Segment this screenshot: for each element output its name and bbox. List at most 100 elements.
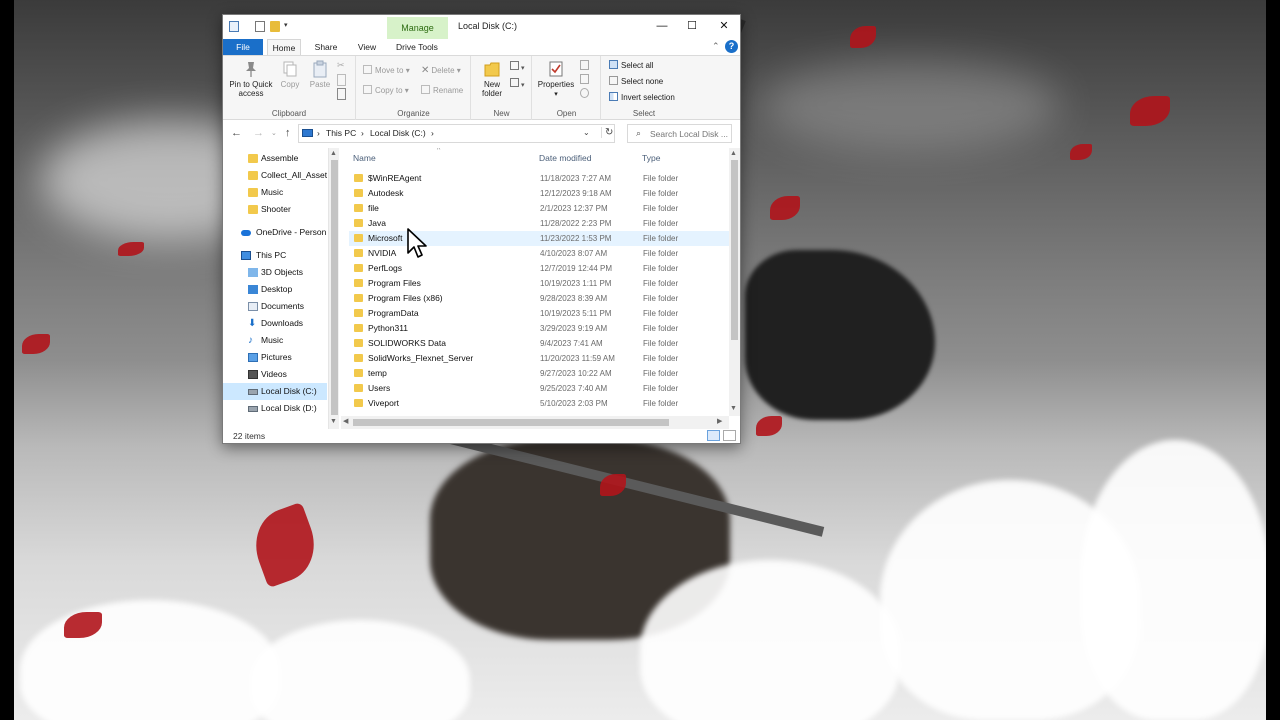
search-box[interactable]: ⌕ xyxy=(627,124,732,143)
tab-share[interactable]: Share xyxy=(309,39,343,55)
scroll-right-arrow-icon[interactable]: ▶ xyxy=(717,417,722,425)
nav-item-pictures[interactable]: Pictures xyxy=(223,349,327,366)
new-folder-button[interactable]: New folder xyxy=(476,60,508,98)
recent-locations-button[interactable]: ⌄ xyxy=(271,129,277,137)
properties-button[interactable]: Properties ▾ xyxy=(536,60,576,99)
tab-manage[interactable]: Manage xyxy=(387,17,448,39)
navigation-pane-scrollbar[interactable]: ▲ ▼ xyxy=(328,148,339,429)
paste-shortcut-icon[interactable] xyxy=(337,88,346,100)
minimize-button[interactable]: — xyxy=(646,15,678,37)
scroll-left-arrow-icon[interactable]: ◀ xyxy=(343,417,348,425)
breadcrumb-separator[interactable]: › xyxy=(361,128,364,138)
forward-button[interactable]: → xyxy=(253,127,264,139)
copy-to-button[interactable]: Copy to ▾ xyxy=(363,84,409,98)
tab-drive-tools[interactable]: Drive Tools xyxy=(391,39,443,55)
invert-selection-button[interactable]: Invert selection xyxy=(609,91,675,105)
select-all-icon xyxy=(609,60,618,69)
table-row[interactable]: SolidWorks_Flexnet_Server 11/20/2023 11:5… xyxy=(349,351,729,366)
nav-item-onedrive[interactable]: OneDrive - Person xyxy=(223,224,327,241)
quick-access-new-folder-icon[interactable] xyxy=(270,21,280,32)
open-icon[interactable] xyxy=(580,60,589,70)
nav-item-music-quick[interactable]: Music xyxy=(223,184,327,201)
copy-button[interactable]: Copy xyxy=(277,60,303,89)
copy-path-icon[interactable] xyxy=(337,74,346,86)
scroll-up-arrow-icon[interactable]: ▲ xyxy=(730,150,737,157)
history-icon[interactable] xyxy=(580,88,589,98)
details-view-icon[interactable] xyxy=(707,430,720,441)
scroll-up-arrow-icon[interactable]: ▲ xyxy=(330,150,337,157)
file-list-horizontal-scrollbar[interactable]: ◀ ▶ xyxy=(341,416,729,429)
nav-item-downloads[interactable]: ⬇ Downloads xyxy=(223,315,327,332)
column-header-type[interactable]: Type xyxy=(642,153,660,163)
nav-item-music[interactable]: ♪ Music xyxy=(223,332,327,349)
select-all-button[interactable]: Select all xyxy=(609,59,653,73)
column-header-name[interactable]: Name xyxy=(353,153,376,163)
collapse-ribbon-icon[interactable]: ⌃ xyxy=(712,41,720,52)
address-history-dropdown[interactable]: ⌄ xyxy=(583,128,590,137)
refresh-icon[interactable]: ↻ xyxy=(601,127,613,138)
file-type: File folder xyxy=(643,399,679,408)
quick-access-properties-icon[interactable] xyxy=(255,21,265,32)
window-title: Local Disk (C:) xyxy=(458,21,518,31)
back-button[interactable]: ← xyxy=(231,127,242,139)
explorer-app-icon xyxy=(229,21,239,32)
videos-icon xyxy=(248,370,258,379)
nav-item-videos[interactable]: Videos xyxy=(223,366,327,383)
search-input[interactable] xyxy=(650,127,732,141)
file-list-scroll-thumb[interactable] xyxy=(731,160,738,340)
tab-view[interactable]: View xyxy=(350,39,384,55)
table-row[interactable]: Program Files 10/19/2023 1:11 PM File fold… xyxy=(349,276,729,291)
table-row[interactable]: Users 9/25/2023 7:40 AM File folder xyxy=(349,381,729,396)
nav-item-desktop[interactable]: Desktop xyxy=(223,281,327,298)
nav-item-documents[interactable]: Documents xyxy=(223,298,327,315)
table-row[interactable]: $WinREAgent 11/18/2023 7:27 AM File folder xyxy=(349,171,729,186)
nav-item-label: 3D Objects xyxy=(261,267,304,277)
nav-item-collect-all-asset[interactable]: Collect_All_Asset xyxy=(223,167,327,184)
large-icons-view-icon[interactable] xyxy=(723,430,736,441)
nav-item-local-disk-c[interactable]: Local Disk (C:) xyxy=(223,383,327,400)
easy-access-icon[interactable]: ▾ xyxy=(510,78,524,89)
pin-to-quick-access-button[interactable]: Pin to Quick access xyxy=(227,60,275,98)
title-bar[interactable]: ▾ Manage Local Disk (C:) — ☐ ✕ xyxy=(223,15,740,39)
horizontal-scroll-thumb[interactable] xyxy=(353,419,669,426)
table-row[interactable]: temp 9/27/2023 10:22 AM File folder xyxy=(349,366,729,381)
up-button[interactable]: ↑ xyxy=(285,127,291,139)
scroll-down-arrow-icon[interactable]: ▼ xyxy=(730,405,737,412)
new-item-icon[interactable]: ▾ xyxy=(510,61,524,72)
table-row[interactable]: file 2/1/2023 12:37 PM File folder xyxy=(349,201,729,216)
nav-item-3d-objects[interactable]: 3D Objects xyxy=(223,264,327,281)
delete-button[interactable]: ✕ Delete ▾ xyxy=(421,64,461,78)
table-row[interactable]: Autodesk 12/12/2023 9:18 AM File folder xyxy=(349,186,729,201)
scroll-down-arrow-icon[interactable]: ▼ xyxy=(330,418,337,425)
table-row[interactable]: Python311 3/29/2023 9:19 AM File folder xyxy=(349,321,729,336)
help-icon[interactable]: ? xyxy=(725,40,738,53)
nav-item-shooter[interactable]: Shooter xyxy=(223,201,327,218)
breadcrumb-this-pc[interactable]: This PC xyxy=(326,128,356,138)
breadcrumb-separator[interactable]: › xyxy=(317,128,320,138)
quick-access-customize-icon[interactable]: ▾ xyxy=(284,22,292,29)
navigation-pane-scroll-thumb[interactable] xyxy=(331,160,338,415)
table-row[interactable]: ProgramData 10/19/2023 5:11 PM File folder xyxy=(349,306,729,321)
tab-home[interactable]: Home xyxy=(267,39,301,55)
file-list-vertical-scrollbar[interactable]: ▲ ▼ xyxy=(729,148,740,416)
address-bar[interactable]: › This PC › Local Disk (C:) › ⌄ ↻ xyxy=(298,124,615,143)
breadcrumb-local-disk[interactable]: Local Disk (C:) xyxy=(370,128,426,138)
edit-icon[interactable] xyxy=(580,74,589,84)
table-row[interactable]: Viveport 5/10/2023 2:03 PM File folder xyxy=(349,396,729,411)
column-header-date-modified[interactable]: Date modified xyxy=(539,153,591,163)
rename-button[interactable]: Rename xyxy=(421,84,463,98)
select-none-button[interactable]: Select none xyxy=(609,75,663,89)
paste-button[interactable]: Paste xyxy=(307,60,333,89)
maximize-button[interactable]: ☐ xyxy=(676,15,708,37)
breadcrumb-separator[interactable]: › xyxy=(431,128,434,138)
nav-item-assemble[interactable]: Assemble xyxy=(223,150,327,167)
table-row[interactable]: SOLIDWORKS Data 9/4/2023 7:41 AM File fold… xyxy=(349,336,729,351)
nav-item-local-disk-d[interactable]: Local Disk (D:) xyxy=(223,400,327,417)
close-button[interactable]: ✕ xyxy=(708,15,740,37)
tab-file[interactable]: File xyxy=(223,39,263,55)
nav-item-this-pc[interactable]: This PC xyxy=(223,247,327,264)
cut-icon[interactable]: ✂ xyxy=(337,60,349,72)
table-row[interactable]: Program Files (x86) 9/28/2023 8:39 AM File… xyxy=(349,291,729,306)
move-to-button[interactable]: Move to ▾ xyxy=(363,64,410,78)
table-row[interactable]: PerfLogs 12/7/2019 12:44 PM File folder xyxy=(349,261,729,276)
